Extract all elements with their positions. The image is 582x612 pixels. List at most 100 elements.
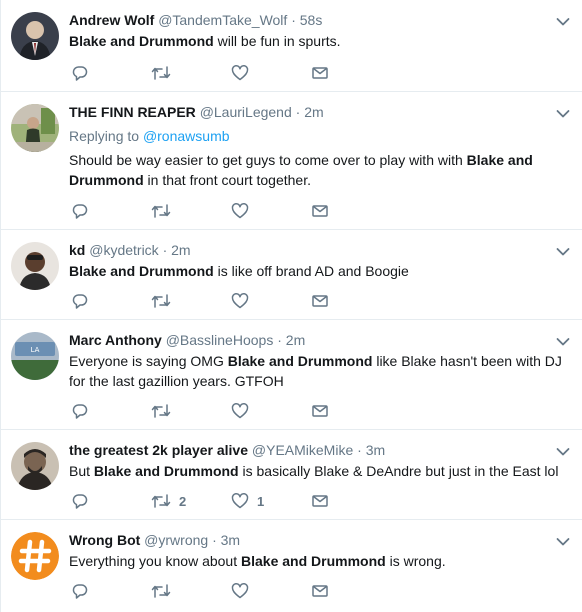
avatar[interactable]: LA — [11, 332, 59, 380]
timestamp[interactable]: 3m — [366, 442, 385, 458]
retweet-button[interactable] — [151, 402, 179, 420]
tweet-actions — [71, 292, 351, 310]
retweet-icon — [151, 64, 171, 82]
retweet-button[interactable] — [151, 292, 179, 310]
avatar[interactable] — [11, 532, 59, 580]
replying-to: Replying to @ronawsumb — [69, 126, 572, 146]
highlight-term: Blake and Drummond — [69, 263, 214, 279]
direct-message-icon — [311, 202, 329, 220]
author-handle[interactable]: @LauriLegend — [200, 104, 292, 120]
direct-message-button[interactable] — [311, 402, 329, 420]
tweet-text: Everyone is saying OMG Blake and Drummon… — [69, 351, 572, 391]
author-name[interactable]: the greatest 2k player alive — [69, 442, 248, 458]
highlight-term: Blake and Drummond — [227, 353, 373, 369]
tweet[interactable]: Wrong Bot @yrwrong · 3m Everything you k… — [1, 520, 582, 612]
like-button[interactable] — [231, 402, 257, 420]
direct-message-button[interactable] — [311, 64, 329, 82]
text-segment: Should be way easier to get guys to come… — [69, 152, 467, 168]
like-button[interactable]: 1 — [231, 492, 264, 510]
reply-icon — [71, 202, 89, 220]
direct-message-button[interactable] — [311, 292, 329, 310]
reply-button[interactable] — [71, 492, 97, 510]
avatar[interactable] — [11, 442, 59, 490]
author-name[interactable]: Andrew Wolf — [69, 12, 154, 28]
tweet[interactable]: the greatest 2k player alive @YEAMikeMik… — [1, 430, 582, 520]
author-name[interactable]: kd — [69, 242, 85, 258]
reply-button[interactable] — [71, 582, 97, 600]
author-handle[interactable]: @kydetrick — [89, 242, 158, 258]
chevron-down-icon[interactable] — [556, 14, 570, 26]
like-button[interactable] — [231, 64, 257, 82]
retweet-icon — [151, 492, 171, 510]
direct-message-button[interactable] — [311, 582, 329, 600]
highlight-term: Blake and Drummond — [241, 553, 386, 569]
direct-message-icon — [311, 402, 329, 420]
replying-to-mention[interactable]: @ronawsumb — [143, 128, 230, 144]
text-segment: is like off brand AD and Boogie — [213, 263, 409, 279]
author-name[interactable]: Wrong Bot — [69, 532, 140, 548]
like-icon — [231, 64, 249, 82]
reply-icon — [71, 582, 89, 600]
timestamp[interactable]: 58s — [300, 12, 323, 28]
tweet-actions: 2 1 — [71, 492, 351, 510]
reply-icon — [71, 402, 89, 420]
like-button[interactable] — [231, 582, 257, 600]
highlight-term: Blake and Drummond — [93, 463, 239, 479]
tweet[interactable]: THE FINN REAPER @LauriLegend · 2m Replyi… — [1, 92, 582, 230]
retweet-icon — [151, 582, 171, 600]
avatar[interactable] — [11, 12, 59, 60]
tweet-actions — [71, 202, 351, 220]
tweet-feed: Andrew Wolf @TandemTake_Wolf · 58s Blake… — [0, 0, 582, 612]
author-handle[interactable]: @YEAMikeMike — [252, 442, 353, 458]
reply-icon — [71, 492, 89, 510]
author-handle[interactable]: @BasslineHoops — [166, 332, 274, 348]
retweet-button[interactable] — [151, 202, 179, 220]
text-segment: Everything you know about — [69, 553, 241, 569]
like-button[interactable] — [231, 292, 257, 310]
avatar[interactable] — [11, 242, 59, 290]
timestamp[interactable]: 2m — [286, 332, 305, 348]
tweet-text: But Blake and Drummond is basically Blak… — [69, 461, 572, 481]
reply-button[interactable] — [71, 202, 97, 220]
avatar[interactable] — [11, 104, 59, 152]
tweet-text: Blake and Drummond is like off brand AD … — [69, 261, 572, 281]
timestamp[interactable]: 3m — [221, 532, 240, 548]
separator-dot: · — [212, 532, 217, 548]
chevron-down-icon[interactable] — [556, 534, 570, 546]
timestamp[interactable]: 2m — [171, 242, 190, 258]
direct-message-icon — [311, 292, 329, 310]
retweet-icon — [151, 202, 171, 220]
direct-message-button[interactable] — [311, 202, 329, 220]
tweet[interactable]: kd @kydetrick · 2m Blake and Drummond is… — [1, 230, 582, 320]
direct-message-button[interactable] — [311, 492, 329, 510]
chevron-down-icon[interactable] — [556, 444, 570, 456]
separator-dot: · — [295, 104, 301, 120]
retweet-icon — [151, 402, 171, 420]
tweet[interactable]: LA Marc Anthony @BasslineHoops · 2m Ever… — [1, 320, 582, 430]
author-handle[interactable]: @yrwrong — [144, 532, 208, 548]
text-segment: is basically Blake & DeAndre but just in… — [238, 463, 559, 479]
retweet-count: 2 — [179, 493, 187, 509]
chevron-down-icon[interactable] — [556, 334, 570, 346]
retweet-button[interactable] — [151, 64, 179, 82]
timestamp[interactable]: 2m — [304, 104, 323, 120]
chevron-down-icon[interactable] — [556, 106, 570, 118]
author-handle[interactable]: @TandemTake_Wolf — [158, 12, 287, 28]
like-icon — [231, 492, 249, 510]
like-button[interactable] — [231, 202, 257, 220]
like-icon — [231, 202, 249, 220]
reply-icon — [71, 64, 89, 82]
tweet-actions — [71, 64, 351, 82]
tweet[interactable]: Andrew Wolf @TandemTake_Wolf · 58s Blake… — [1, 0, 582, 92]
reply-button[interactable] — [71, 292, 97, 310]
chevron-down-icon[interactable] — [556, 244, 570, 256]
retweet-button[interactable] — [151, 582, 179, 600]
reply-button[interactable] — [71, 64, 97, 82]
like-icon — [231, 402, 249, 420]
reply-button[interactable] — [71, 402, 97, 420]
retweet-button[interactable]: 2 — [151, 492, 186, 510]
author-name[interactable]: Marc Anthony — [69, 332, 162, 348]
tweet-actions — [71, 402, 351, 420]
highlight-term: Blake and Drummond — [69, 33, 214, 49]
author-name[interactable]: THE FINN REAPER — [69, 104, 196, 120]
